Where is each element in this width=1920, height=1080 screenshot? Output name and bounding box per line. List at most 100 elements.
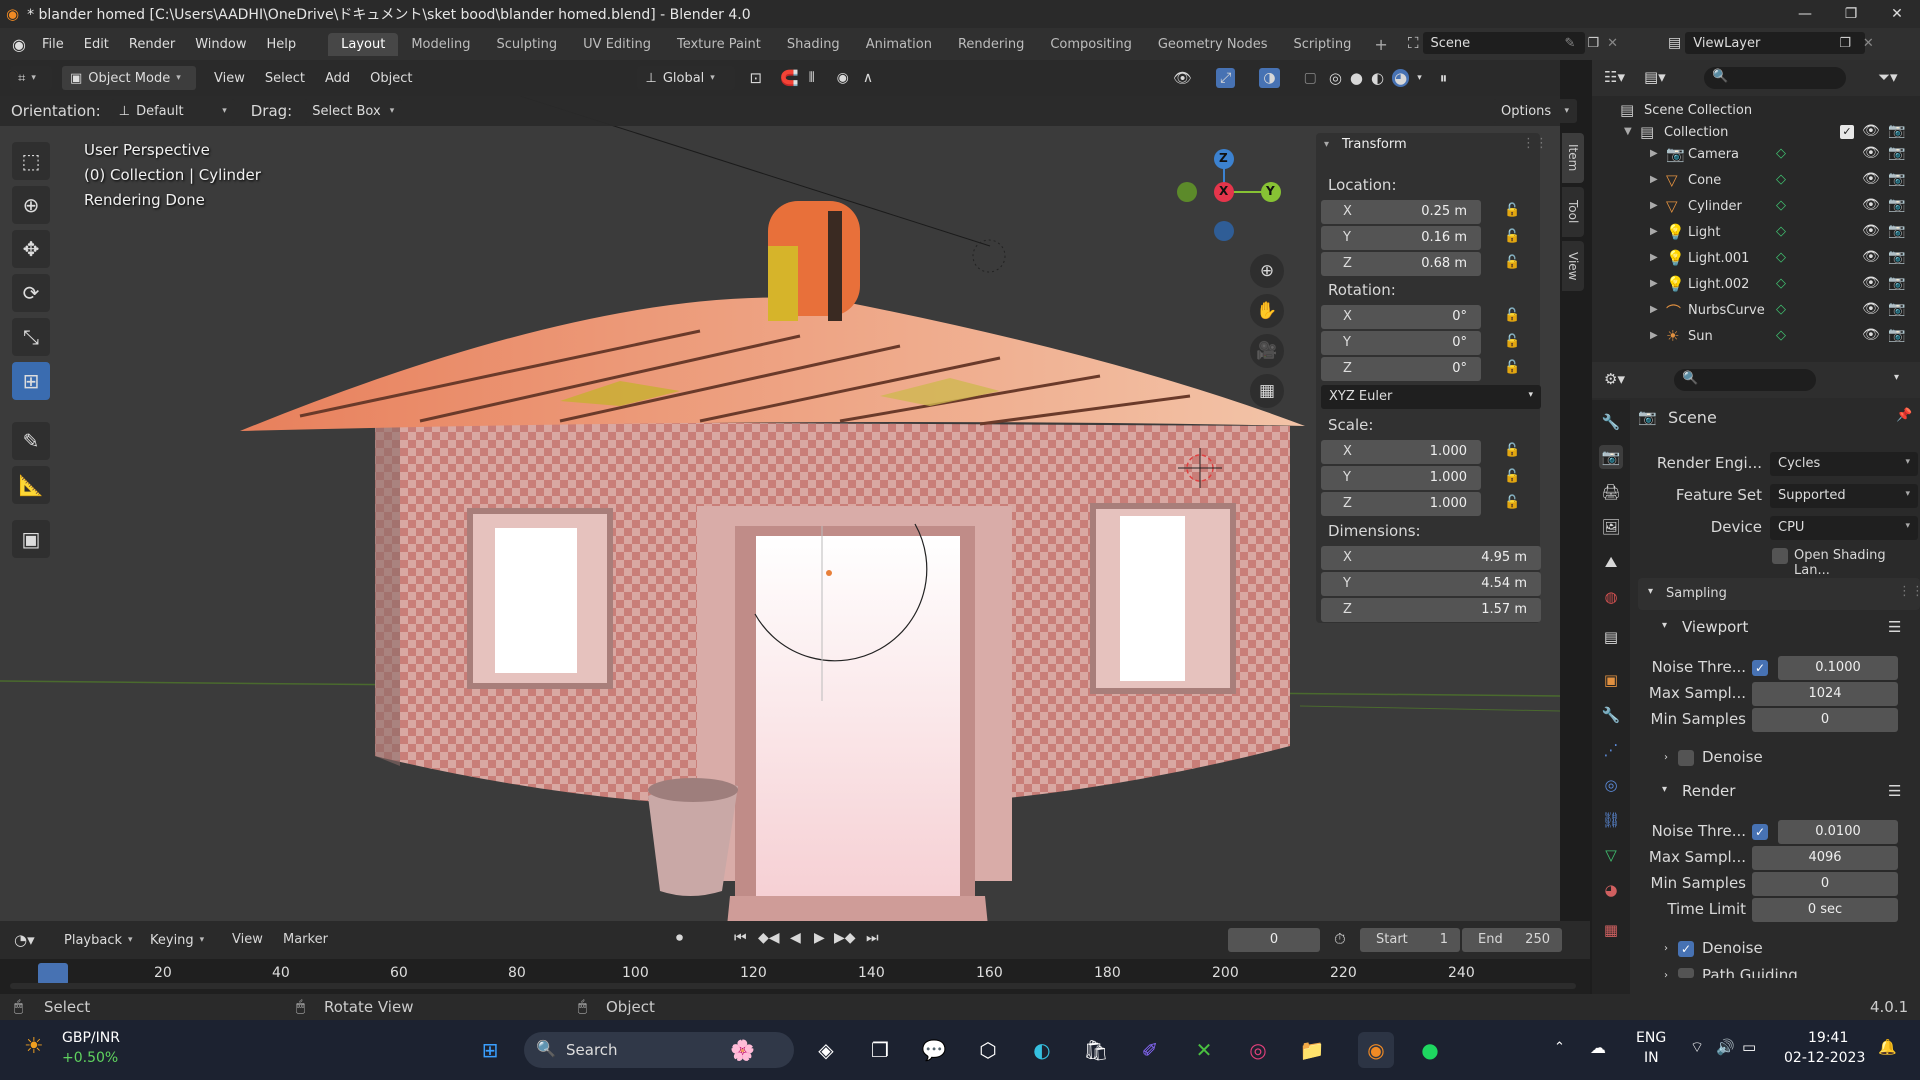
gizmo-toggle-icon[interactable]: ⤢ bbox=[1216, 68, 1236, 88]
world-tab-icon[interactable]: ◍ bbox=[1599, 585, 1623, 609]
data-tab-icon[interactable]: ▽ bbox=[1599, 843, 1623, 867]
lock-icon[interactable]: 🔓 bbox=[1504, 360, 1520, 375]
edge-icon[interactable]: ◐ bbox=[1024, 1032, 1060, 1068]
r-max-samples-field[interactable]: 4096 bbox=[1752, 846, 1898, 870]
maximize-button[interactable]: ❐ bbox=[1828, 0, 1874, 28]
open-shading-checkbox[interactable] bbox=[1772, 548, 1788, 564]
object-data-icon[interactable]: ◇ bbox=[1776, 172, 1786, 187]
time-limit-field[interactable]: 0 sec bbox=[1752, 898, 1898, 922]
gizmo-z-label[interactable]: Z bbox=[1219, 151, 1228, 165]
material-tab-icon[interactable]: ◕ bbox=[1599, 878, 1623, 902]
xbox-icon[interactable]: ✕ bbox=[1186, 1032, 1222, 1068]
gizmo-x-label[interactable]: X bbox=[1219, 184, 1228, 198]
weather-widget-icon[interactable]: ☀ bbox=[24, 1034, 44, 1059]
store-icon[interactable]: 🛍 bbox=[1078, 1032, 1114, 1068]
path-guiding-checkbox[interactable] bbox=[1678, 968, 1694, 978]
collection-tab-icon[interactable]: ▤ bbox=[1599, 625, 1623, 649]
tab-tool[interactable]: Tool bbox=[1562, 187, 1584, 237]
scale-y-field[interactable]: Y 1.000 bbox=[1321, 466, 1481, 490]
clock-date[interactable]: 02-12-2023 bbox=[1784, 1050, 1865, 1066]
object-data-icon[interactable]: ◇ bbox=[1776, 250, 1786, 265]
viewport-subpanel-header[interactable]: ▾ Viewport ☰ bbox=[1646, 612, 1920, 644]
outliner-item-light-001[interactable]: ▶ 💡 Light.001 ◇ 👁 📷 bbox=[1592, 246, 1920, 272]
r-min-samples-field[interactable]: 0 bbox=[1752, 872, 1898, 896]
tab-compositing[interactable]: Compositing bbox=[1037, 33, 1145, 56]
eye-icon[interactable]: 👁 bbox=[1862, 249, 1880, 265]
blender-menu-icon[interactable]: ◉ bbox=[12, 35, 26, 54]
camera-render-icon[interactable]: 📷 bbox=[1888, 275, 1905, 291]
scale-tool-icon[interactable]: ⤡ bbox=[12, 318, 50, 356]
expand-arrow-icon[interactable]: ▶ bbox=[1650, 174, 1658, 185]
tab-shading[interactable]: Shading bbox=[774, 33, 853, 56]
pen-app-icon[interactable]: ✐ bbox=[1132, 1032, 1168, 1068]
tab-view[interactable]: View bbox=[1562, 241, 1584, 291]
camera-render-icon[interactable]: 📷 bbox=[1888, 197, 1905, 213]
viewlayer-field[interactable]: ViewLayer bbox=[1685, 32, 1866, 54]
panel-grip-icon[interactable]: ⋮⋮ bbox=[1522, 136, 1548, 151]
editor-type-button[interactable]: ⌗ ▾ bbox=[10, 66, 52, 90]
view-layer-tab-icon[interactable]: 🖼 bbox=[1599, 515, 1623, 539]
scale-z-field[interactable]: Z 1.000 bbox=[1321, 492, 1481, 516]
dimension-z-field[interactable]: Z 1.57 m bbox=[1321, 598, 1541, 622]
dimension-y-field[interactable]: Y 4.54 m bbox=[1321, 572, 1541, 596]
tab-sculpting[interactable]: Sculpting bbox=[483, 33, 570, 56]
camera-view-icon[interactable]: 🎥 bbox=[1250, 334, 1284, 368]
r-noise-field[interactable]: 0.0100 bbox=[1778, 820, 1898, 844]
outliner-item-cone[interactable]: ▶ ▽ Cone ◇ 👁 📷 bbox=[1592, 168, 1920, 194]
orientation-default-dropdown[interactable]: ⊥ Default ▾ bbox=[110, 99, 235, 123]
location-y-field[interactable]: Y 0.16 m bbox=[1321, 226, 1481, 250]
annotate-tool-icon[interactable]: ✎ bbox=[12, 422, 50, 460]
tab-animation[interactable]: Animation bbox=[853, 33, 945, 56]
rotation-y-field[interactable]: Y 0° bbox=[1321, 331, 1481, 355]
navigation-gizmo[interactable]: Z X Y bbox=[1165, 139, 1285, 259]
expand-arrow-icon[interactable]: ▶ bbox=[1650, 330, 1658, 341]
tab-geometry-nodes[interactable]: Geometry Nodes bbox=[1145, 33, 1281, 56]
rendered-shading-icon[interactable]: ◕ bbox=[1392, 69, 1410, 87]
lock-icon[interactable]: 🔓 bbox=[1504, 229, 1520, 244]
location-x-field[interactable]: X 0.25 m bbox=[1321, 200, 1481, 224]
start-icon[interactable]: ⊞ bbox=[472, 1032, 508, 1068]
battery-icon[interactable]: ▭ bbox=[1742, 1038, 1756, 1056]
scene-name-field[interactable]: Scene bbox=[1422, 32, 1585, 54]
material-shading-icon[interactable]: ◐ bbox=[1371, 69, 1384, 87]
snap-target-icon[interactable]: ⫴ bbox=[809, 70, 815, 86]
pan-hand-icon[interactable]: ✋ bbox=[1250, 294, 1284, 328]
properties-editor-icon[interactable]: ⚙▾ bbox=[1604, 370, 1625, 388]
snap-icon[interactable]: 🧲 bbox=[780, 69, 799, 87]
wireframe-shading-icon[interactable]: ◎ bbox=[1329, 69, 1342, 87]
keying-menu[interactable]: Keying ▾ bbox=[142, 928, 212, 952]
eye-icon[interactable]: 👁 bbox=[1862, 275, 1880, 291]
vp-noise-field[interactable]: 0.1000 bbox=[1778, 656, 1898, 680]
collection-checkbox[interactable]: ✓ bbox=[1840, 125, 1854, 139]
render-engine-dropdown[interactable]: Cycles ▾ bbox=[1770, 452, 1918, 476]
object-data-icon[interactable]: ◇ bbox=[1776, 146, 1786, 161]
play-reverse-icon[interactable]: ◀ bbox=[790, 930, 801, 946]
preset-list-icon[interactable]: ☰ bbox=[1888, 782, 1901, 800]
overlay-toggle-icon[interactable]: ◑ bbox=[1259, 68, 1280, 88]
tab-uv-editing[interactable]: UV Editing bbox=[570, 33, 664, 56]
r-noise-checkbox[interactable]: ✓ bbox=[1752, 824, 1768, 840]
object-data-icon[interactable]: ◇ bbox=[1776, 328, 1786, 343]
expand-arrow-icon[interactable]: ▶ bbox=[1650, 226, 1658, 237]
onedrive-icon[interactable]: ☁ bbox=[1590, 1038, 1606, 1057]
eye-icon[interactable]: 👁 bbox=[1862, 145, 1880, 161]
lang-label[interactable]: ENG bbox=[1636, 1030, 1666, 1046]
constraints-tab-icon[interactable]: ⛓ bbox=[1599, 808, 1623, 832]
measure-tool-icon[interactable]: 📐 bbox=[12, 466, 50, 504]
outliner-item-nurbscurve[interactable]: ▶ ⌒ NurbsCurve ◇ 👁 📷 bbox=[1592, 298, 1920, 324]
vp-menu-add[interactable]: Add bbox=[315, 71, 360, 86]
expand-arrow-icon[interactable]: ▼ bbox=[1624, 126, 1632, 137]
minimize-button[interactable]: — bbox=[1782, 0, 1828, 28]
proportional-edit-icon[interactable]: ◉ bbox=[837, 70, 849, 86]
instagram-icon[interactable]: ◎ bbox=[1240, 1032, 1276, 1068]
zoom-icon[interactable]: ⊕ bbox=[1250, 254, 1284, 288]
tab-layout[interactable]: Layout bbox=[328, 32, 399, 56]
transform-tool-icon[interactable]: ⊞ bbox=[12, 362, 50, 400]
expand-arrow-icon[interactable]: › bbox=[1664, 943, 1668, 954]
cursor-tool-icon[interactable]: ⊕ bbox=[12, 186, 50, 224]
lock-icon[interactable]: 🔓 bbox=[1504, 495, 1520, 510]
eye-icon[interactable]: 👁 bbox=[1862, 197, 1880, 213]
pause-render-icon[interactable]: ⏸ bbox=[1440, 69, 1448, 87]
lock-icon[interactable]: 🔓 bbox=[1504, 443, 1520, 458]
playback-menu[interactable]: Playback ▾ bbox=[56, 928, 141, 952]
